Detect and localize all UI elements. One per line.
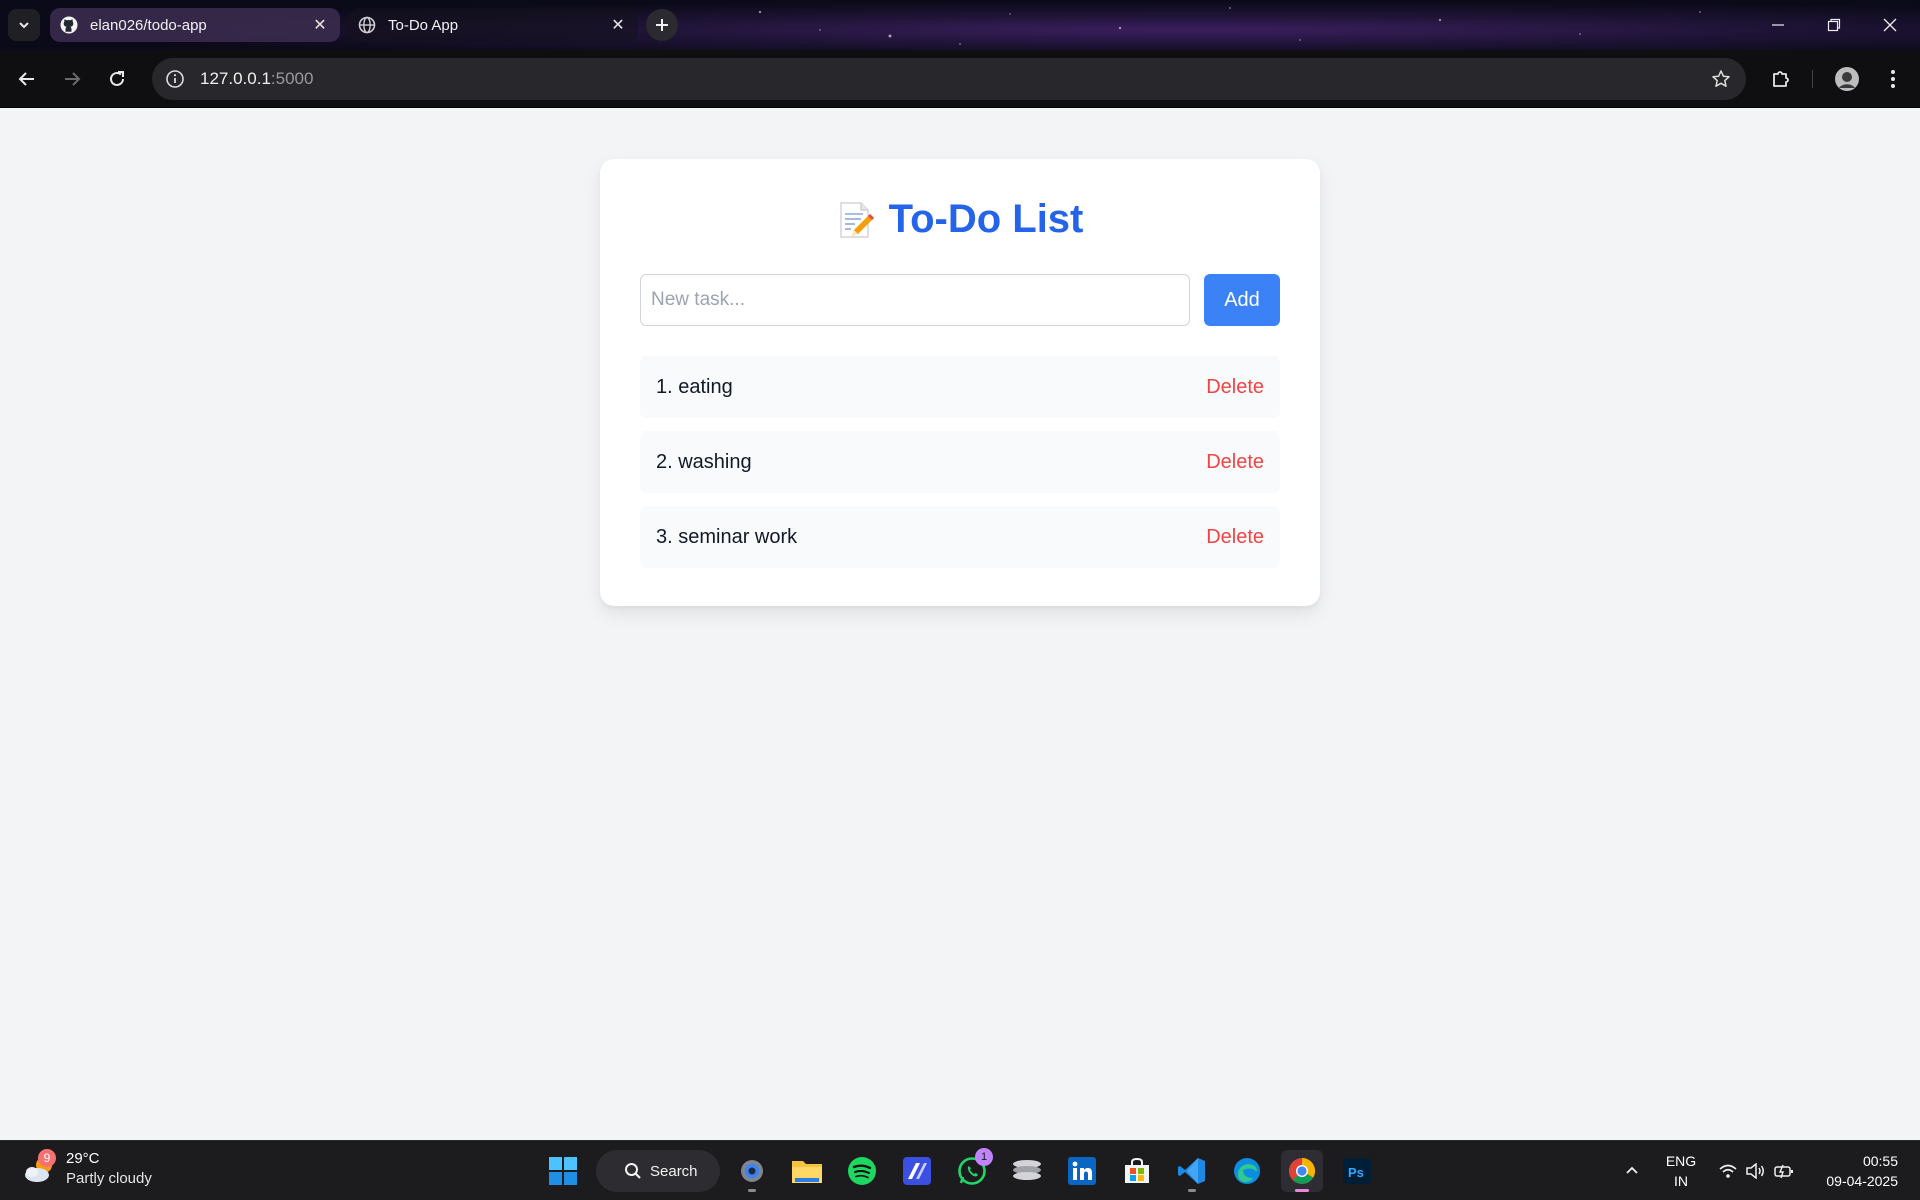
arrow-right-icon [65,72,81,86]
notification-badge: 1 [975,1148,993,1166]
tab-title: To-Do App [388,16,459,34]
back-button[interactable] [11,63,43,95]
forward-button[interactable] [56,63,88,95]
store-icon[interactable] [1116,1150,1158,1192]
windows-taskbar: 9 29°C Partly cloudy Search 1 Ps ENG IN … [0,1140,1920,1200]
page-title: To-Do List [600,197,1320,242]
close-icon [1883,18,1897,32]
volume-icon[interactable] [1742,1141,1770,1200]
site-info-icon[interactable] [162,66,188,92]
url-host: 127.0.0.1 [200,69,271,88]
file-explorer-icon[interactable] [786,1150,828,1192]
partly-cloudy-icon: 9 [22,1149,58,1187]
clock-date: 09-04-2025 [1826,1173,1898,1189]
more-vertical-icon [1891,70,1895,88]
photoshop-icon[interactable]: Ps [1336,1150,1378,1192]
app-icon[interactable] [896,1150,938,1192]
wifi-icon[interactable] [1714,1141,1742,1200]
task-label: 1. eating [656,375,733,398]
search-label: Search [650,1162,698,1180]
chevron-down-icon [19,22,29,29]
task-item: 2. washing Delete [640,431,1280,493]
toolbar-divider [1812,70,1813,88]
task-label: 3. seminar work [656,525,798,548]
battery-icon[interactable] [1770,1141,1798,1200]
arrow-left-icon [18,72,34,86]
close-window-button[interactable] [1862,0,1918,50]
url-port: :5000 [270,69,314,88]
delete-task-link[interactable]: Delete [1206,526,1264,549]
avatar-icon [1835,67,1859,91]
spotify-icon[interactable] [841,1150,883,1192]
search-icon [625,1163,641,1179]
minimize-icon [1772,24,1784,26]
memo-icon [840,201,874,238]
delete-task-link[interactable]: Delete [1206,376,1264,399]
new-task-input[interactable] [640,274,1190,326]
language-code: ENG [1665,1153,1697,1169]
puzzle-piece-icon [1773,71,1789,87]
settings-icon[interactable] [731,1150,773,1192]
weather-condition: Partly cloudy [66,1170,152,1187]
url-text: 127.0.0.1:5000 [200,69,313,89]
stack-app-icon[interactable] [1006,1150,1048,1192]
weather-widget[interactable]: 9 29°C Partly cloudy [22,1149,152,1189]
profile-avatar[interactable] [1831,63,1863,95]
extensions-button[interactable] [1765,63,1797,95]
github-icon [60,16,78,34]
minimize-button[interactable] [1750,0,1806,50]
chrome-icon[interactable] [1281,1150,1323,1192]
whatsapp-icon[interactable]: 1 [951,1148,993,1192]
new-tab-button[interactable] [646,9,678,41]
browser-tab-strip: elan026/todo-app ✕ To-Do App ✕ [0,0,1920,50]
tab-github[interactable]: elan026/todo-app ✕ [50,8,340,42]
show-hidden-icons-button[interactable] [1616,1141,1648,1200]
vscode-icon[interactable] [1171,1150,1213,1192]
todo-card: To-Do List Add 1. eating Delete 2. washi… [600,159,1320,606]
task-list: 1. eating Delete 2. washing Delete 3. se… [640,356,1280,581]
language-indicator[interactable]: ENG IN [1660,1151,1702,1191]
plus-icon [656,19,668,31]
restore-button[interactable] [1806,0,1862,50]
active-indicator [1295,1189,1309,1192]
address-bar[interactable]: 127.0.0.1:5000 [152,58,1746,100]
running-indicator [748,1189,756,1192]
weather-text: 29°C Partly cloudy [66,1149,152,1189]
reload-icon [110,71,124,86]
svg-text:Ps: Ps [1348,1165,1364,1180]
chevron-up-icon [1626,1166,1638,1174]
weather-temp: 29°C [66,1150,100,1167]
task-label: 2. washing [656,450,752,473]
task-item: 3. seminar work Delete [640,506,1280,568]
linkedin-icon[interactable] [1061,1150,1103,1192]
tab-search-button[interactable] [8,9,40,41]
reload-button[interactable] [101,63,133,95]
weather-alert-badge: 9 [38,1149,56,1167]
tab-todo-app[interactable]: To-Do App ✕ [348,8,638,42]
running-indicator [1188,1189,1196,1192]
clock-time: 00:55 [1862,1153,1898,1169]
bookmark-star-icon[interactable] [1708,66,1734,92]
browser-toolbar: 127.0.0.1:5000 [0,50,1920,108]
task-item: 1. eating Delete [640,356,1280,418]
windows-start-icon[interactable] [542,1150,584,1192]
close-icon[interactable]: ✕ [310,15,330,35]
taskbar-search[interactable]: Search [596,1150,720,1192]
close-icon[interactable]: ✕ [608,15,628,35]
delete-task-link[interactable]: Delete [1206,451,1264,474]
restore-icon [1827,18,1841,32]
edge-icon[interactable] [1226,1150,1268,1192]
region-code: IN [1674,1173,1688,1189]
add-task-button[interactable]: Add [1204,274,1280,326]
page-title-text: To-Do List [888,197,1084,241]
chrome-menu-button[interactable] [1877,63,1909,95]
globe-icon [358,16,376,34]
system-clock[interactable]: 00:55 09-04-2025 [1826,1151,1898,1191]
tab-title: elan026/todo-app [90,16,207,34]
